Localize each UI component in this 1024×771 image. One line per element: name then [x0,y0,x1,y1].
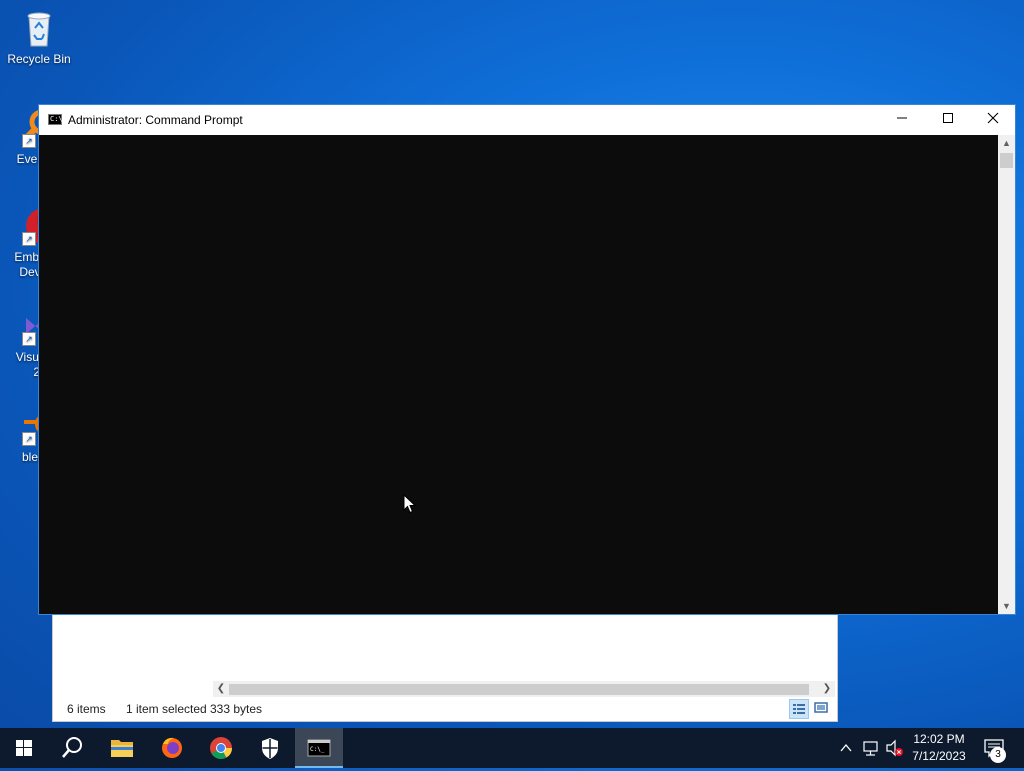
desktop-icon-recycle-bin[interactable]: Recycle Bin [1,8,77,67]
status-selected: 1 item selected [126,702,207,716]
scroll-right-arrow-icon[interactable]: ❯ [819,681,835,697]
search-icon [62,737,82,758]
file-explorer-window[interactable]: ❮ ❯ 6 items 1 item selected 333 bytes [52,600,838,722]
shortcut-arrow-icon: ↗ [22,134,36,148]
status-item-count: 6 items [67,702,106,716]
taskbar-file-explorer[interactable] [98,728,146,768]
scroll-left-arrow-icon[interactable]: ❮ [213,681,229,697]
maximize-icon [943,113,953,123]
taskbar-clock[interactable]: 12:02 PM 7/12/2023 [902,731,976,765]
scroll-up-arrow-icon[interactable]: ▲ [998,135,1015,151]
search-button[interactable] [48,728,96,768]
recycle-bin-icon [19,8,59,48]
cmd-app-icon: C:\ [48,114,63,125]
clock-time: 12:02 PM [913,732,965,746]
minimize-icon [897,117,907,119]
console-output-area[interactable] [39,135,999,614]
scrollbar-thumb[interactable] [1000,153,1013,168]
folder-icon [111,740,133,757]
shortcut-arrow-icon: ↗ [22,432,36,446]
mouse-pointer-icon [403,493,417,514]
command-prompt-window[interactable]: C:\ Administrator: Command Prompt ▲ ▼ [38,104,1016,615]
taskbar-command-prompt[interactable]: C:\_ [295,728,343,768]
scrollbar-thumb[interactable] [229,684,809,695]
svg-text:C:\_: C:\_ [310,746,325,753]
status-bar: 6 items 1 item selected 333 bytes [53,699,837,719]
taskbar-chrome[interactable] [197,728,245,768]
maximize-button[interactable] [925,105,971,135]
windows-logo-icon [16,740,32,756]
chrome-icon [210,737,232,759]
large-icons-view-button[interactable] [812,699,832,719]
chevron-up-icon [840,743,852,752]
tray-show-hidden-button[interactable] [836,728,856,768]
details-view-button[interactable] [789,699,809,719]
horizontal-scrollbar[interactable]: ❮ ❯ [213,681,835,697]
notification-count-badge: 3 [990,747,1006,763]
window-titlebar[interactable]: C:\ Administrator: Command Prompt [39,105,1015,135]
clock-date: 7/12/2023 [912,749,966,763]
start-button[interactable] [0,728,48,768]
taskbar-firefox[interactable] [148,728,196,768]
scroll-down-arrow-icon[interactable]: ▼ [998,598,1015,614]
shortcut-arrow-icon: ↗ [22,332,36,346]
window-title: Administrator: Command Prompt [68,113,243,127]
firefox-icon [162,737,182,758]
close-icon [987,112,999,124]
large-icons-view-icon [814,702,828,713]
details-view-icon [793,704,805,714]
taskbar: C:\_ 12:02 PM 7/12/2023 [0,728,1024,768]
taskbar-windows-security[interactable] [246,728,294,768]
minimize-button[interactable] [879,105,925,135]
close-button[interactable] [970,105,1016,135]
shortcut-arrow-icon: ↗ [22,232,36,246]
command-prompt-icon: C:\_ [307,739,331,757]
desktop-icon-label: Recycle Bin [7,52,71,66]
shield-icon [262,738,278,759]
network-icon [863,741,878,756]
status-size: 333 bytes [210,702,263,716]
vertical-scrollbar[interactable]: ▲ ▼ [998,135,1015,614]
tray-network[interactable] [860,728,882,768]
